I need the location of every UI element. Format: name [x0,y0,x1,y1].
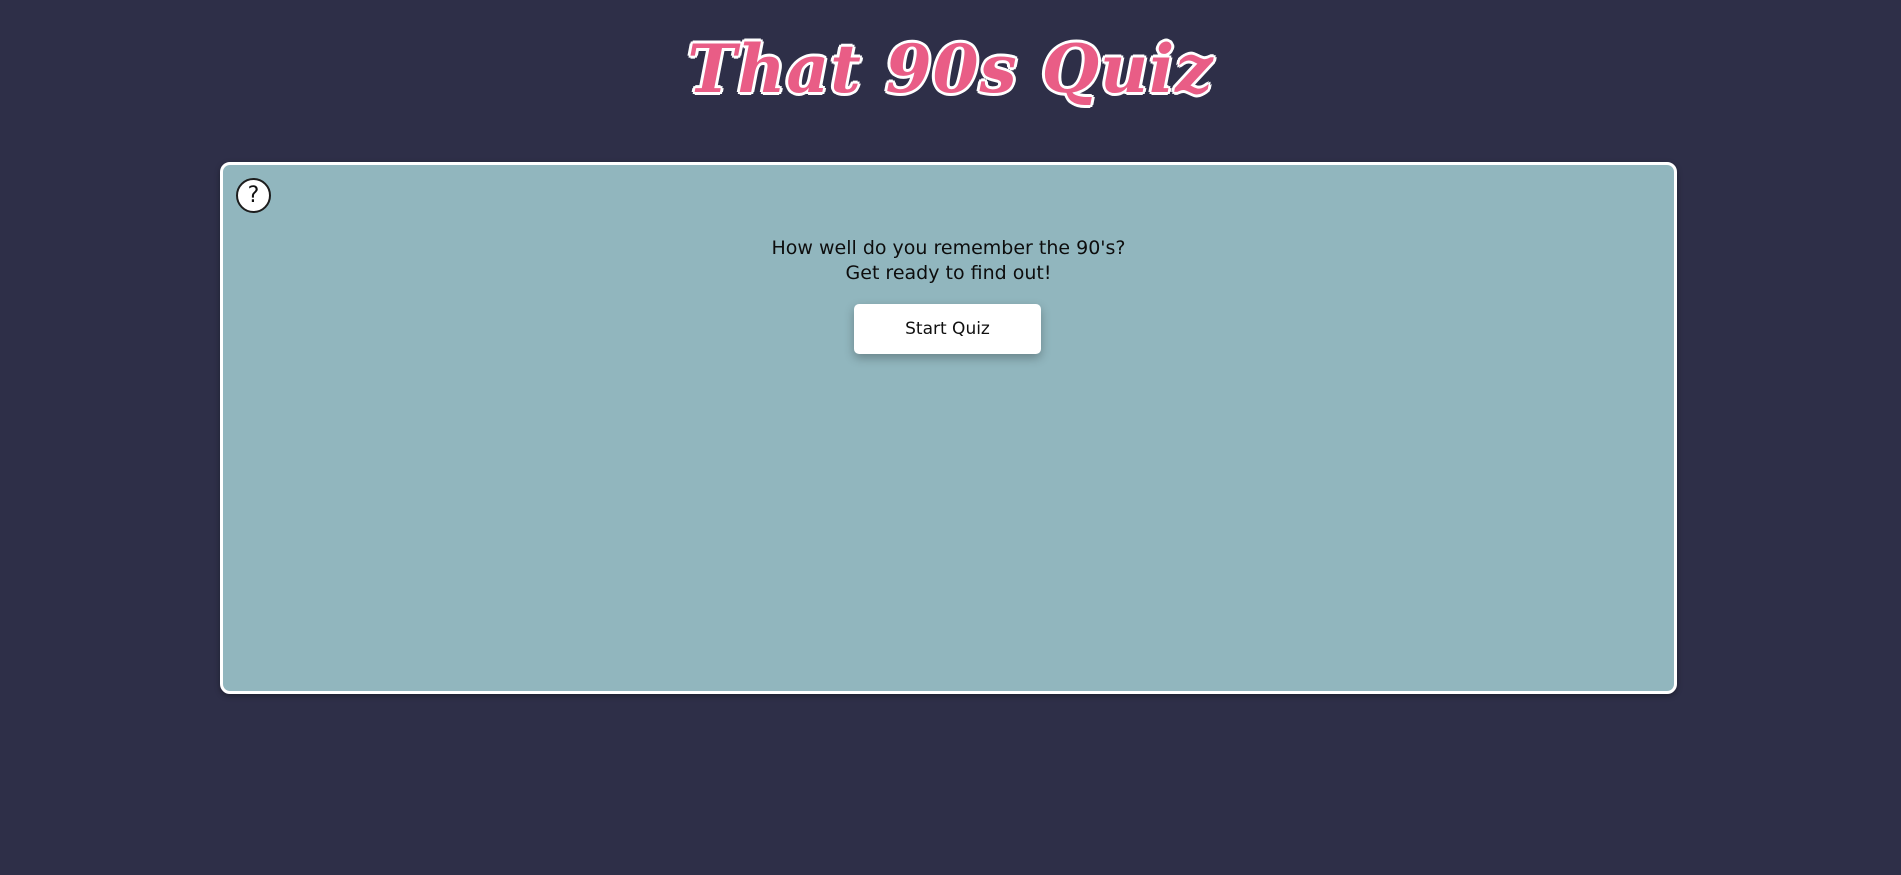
site-title: That 90s Quiz [686,30,1214,108]
quiz-card: ? How well do you remember the 90's? Get… [220,162,1677,694]
intro-line-1: How well do you remember the 90's? [771,237,1126,259]
help-button[interactable]: ? [236,178,271,213]
start-quiz-button[interactable]: Start Quiz [854,304,1041,354]
question-mark-icon: ? [247,182,260,208]
intro-text: How well do you remember the 90's? Get r… [223,236,1674,286]
intro-line-2: Get ready to find out! [845,262,1052,284]
